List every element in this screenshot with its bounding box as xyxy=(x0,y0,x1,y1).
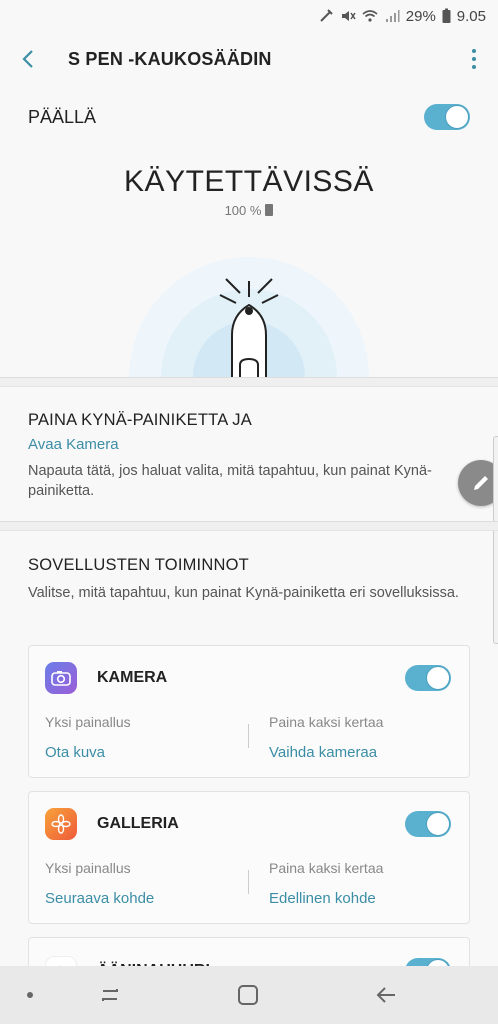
pen-battery: 100 % xyxy=(0,203,498,218)
navigation-bar xyxy=(0,966,498,1024)
pen-status-text: KÄYTETTÄVISSÄ xyxy=(124,165,374,198)
app-actions-description: Valitse, mitä tapahtuu, kun painat Kynä-… xyxy=(28,585,459,601)
spen-disconnected-icon xyxy=(320,9,333,22)
clock: 9.05 xyxy=(456,7,486,25)
single-press-value: Seuraava kohde xyxy=(45,890,155,907)
more-vert-icon xyxy=(472,49,476,53)
signal-icon xyxy=(385,10,400,22)
master-switch-row[interactable]: PÄÄLLÄ xyxy=(0,90,498,144)
nav-dot-icon[interactable] xyxy=(20,966,40,1024)
battery-icon xyxy=(265,204,274,216)
gallery-toggle[interactable] xyxy=(405,811,451,837)
press-button-action: Avaa Kamera xyxy=(28,436,119,453)
chevron-left-icon xyxy=(22,50,33,68)
camera-toggle[interactable] xyxy=(405,665,451,691)
back-button[interactable] xyxy=(0,32,56,86)
single-press-option[interactable]: Yksi painallus Seuraava kohde xyxy=(29,856,245,920)
section-divider xyxy=(0,377,498,387)
recents-icon xyxy=(102,989,118,1001)
press-button-heading: PAINA KYNÄ-PAINIKETTA JA xyxy=(28,411,252,429)
edit-fab[interactable] xyxy=(458,460,498,506)
double-press-option[interactable]: Paina kaksi kertaa Edellinen kohde xyxy=(245,856,469,920)
master-switch-label: PÄÄLLÄ xyxy=(28,106,97,127)
double-press-label: Paina kaksi kertaa xyxy=(269,714,384,730)
divider xyxy=(248,870,249,894)
pen-status-hero: KÄYTETTÄVISSÄ 100 % xyxy=(0,145,498,377)
recents-button[interactable] xyxy=(90,966,130,1024)
pencil-icon xyxy=(474,476,488,490)
status-bar: 29% 9.05 xyxy=(0,0,498,32)
app-name: GALLERIA xyxy=(97,815,179,832)
double-press-value: Vaihda kameraa xyxy=(269,744,378,761)
back-arrow-icon xyxy=(376,987,395,1003)
mute-icon xyxy=(341,11,356,21)
app-actions-section: SOVELLUSTEN TOIMINNOT Valitse, mitä tapa… xyxy=(0,532,498,603)
battery-icon xyxy=(442,8,451,23)
section-divider xyxy=(0,521,498,531)
app-card-camera[interactable]: KAMERA Yksi painallus Ota kuva Paina kak… xyxy=(28,645,470,778)
app-card-gallery[interactable]: GALLERIA Yksi painallus Seuraava kohde P… xyxy=(28,791,470,924)
battery-percent: 29% xyxy=(405,7,436,25)
single-press-label: Yksi painallus xyxy=(45,860,131,876)
master-toggle[interactable] xyxy=(424,104,470,130)
double-press-option[interactable]: Paina kaksi kertaa Vaihda kameraa xyxy=(245,710,469,774)
camera-icon xyxy=(45,662,77,694)
more-options-button[interactable] xyxy=(450,32,498,86)
app-name: KAMERA xyxy=(97,669,168,686)
single-press-option[interactable]: Yksi painallus Ota kuva xyxy=(29,710,245,774)
wifi-icon xyxy=(362,10,378,22)
page-title: S PEN -KAUKOSÄÄDIN xyxy=(68,48,272,69)
double-press-value: Edellinen kohde xyxy=(269,890,376,907)
home-icon xyxy=(238,985,258,1005)
gallery-flower-icon xyxy=(45,808,77,840)
press-button-description: Napauta tätä, jos haluat valita, mitä ta… xyxy=(28,463,432,499)
app-actions-heading: SOVELLUSTEN TOIMINNOT xyxy=(28,556,249,574)
single-press-value: Ota kuva xyxy=(45,744,106,761)
home-button[interactable] xyxy=(228,966,268,1024)
back-nav-button[interactable] xyxy=(366,966,406,1024)
divider xyxy=(248,724,249,748)
single-press-label: Yksi painallus xyxy=(45,714,131,730)
press-button-section[interactable]: PAINA KYNÄ-PAINIKETTA JA Avaa Kamera Nap… xyxy=(0,387,498,521)
pen-battery-value: 100 % xyxy=(224,203,262,218)
double-press-label: Paina kaksi kertaa xyxy=(269,860,384,876)
app-bar: S PEN -KAUKOSÄÄDIN xyxy=(0,32,498,86)
